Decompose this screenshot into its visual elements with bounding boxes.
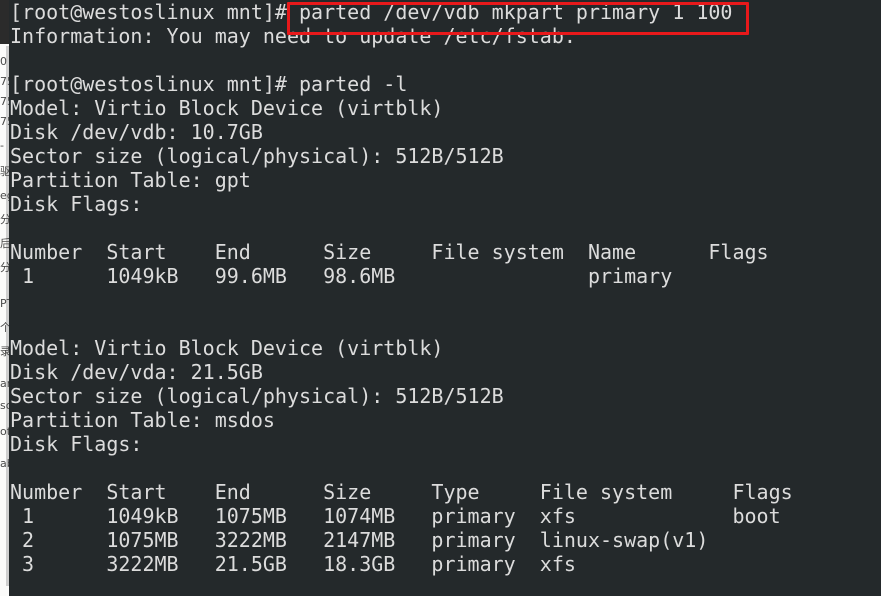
terminal-line-vda-part-1: 1 1049kB 1075MB 1074MB primary xfs boot bbox=[10, 504, 781, 528]
terminal-line-vda-sector: Sector size (logical/physical): 512B/512… bbox=[10, 384, 504, 408]
terminal-line-vdb-table-header: Number Start End Size File system Name F… bbox=[10, 240, 769, 264]
terminal-line-vdb-part-1: 1 1049kB 99.6MB 98.6MB primary bbox=[10, 264, 673, 288]
background-fragment: an bbox=[0, 378, 9, 390]
background-fragment: - bbox=[0, 140, 4, 152]
terminal-line-vdb-ptable: Partition Table: gpt bbox=[10, 168, 251, 192]
terminal-output-area[interactable]: [root@westoslinux mnt]# parted /dev/vdb … bbox=[10, 0, 881, 596]
background-fragment: 分 bbox=[0, 262, 9, 274]
terminal-line-vda-disk: Disk /dev/vda: 21.5GB bbox=[10, 360, 263, 384]
terminal-line-vda-model: Model: Virtio Block Device (virtblk) bbox=[10, 336, 444, 360]
terminal-line-vda-ptable: Partition Table: msdos bbox=[10, 408, 275, 432]
terminal-line-vda-part-2: 2 1075MB 3222MB 2147MB primary linux-swa… bbox=[10, 528, 709, 552]
terminal-line-prompt-2: [root@westoslinux mnt]# parted -l bbox=[10, 72, 408, 96]
background-window-titlebar bbox=[0, 0, 9, 44]
background-fragment: ot bbox=[0, 426, 9, 438]
background-fragment: 0 bbox=[0, 56, 7, 68]
background-fragment: 75 bbox=[0, 96, 9, 108]
terminal-line-vdb-disk: Disk /dev/vdb: 10.7GB bbox=[10, 120, 263, 144]
background-fragment: eg bbox=[0, 190, 9, 202]
terminal-line-vdb-sector: Sector size (logical/physical): 512B/512… bbox=[10, 144, 504, 168]
desktop: 0 75 75 75 - 驱 eg 分 后 分 PT 个 录 an so ot … bbox=[0, 0, 881, 596]
background-fragment: 分 bbox=[0, 214, 9, 226]
terminal-line-vda-part-3: 3 3222MB 21.5GB 18.3GB primary xfs bbox=[10, 552, 576, 576]
terminal-line-message: Information: You may need to update /etc… bbox=[10, 24, 576, 48]
background-fragment: 75 bbox=[0, 76, 9, 88]
background-fragment: 后 bbox=[0, 238, 9, 250]
background-window-sliver[interactable]: 0 75 75 75 - 驱 eg 分 后 分 PT 个 录 an so ot … bbox=[0, 0, 9, 596]
terminal-line-vda-table-header: Number Start End Size Type File system F… bbox=[10, 480, 793, 504]
terminal-line-prompt-1: [root@westoslinux mnt]# parted /dev/vdb … bbox=[10, 0, 733, 24]
background-fragment: so bbox=[0, 400, 9, 412]
background-fragment: 驱 bbox=[0, 166, 9, 178]
background-fragment: 录 bbox=[0, 346, 9, 358]
background-fragment: ab bbox=[0, 458, 9, 470]
terminal-line-vda-flags: Disk Flags: bbox=[10, 432, 143, 456]
background-fragment: 个 bbox=[0, 322, 9, 334]
background-fragment: 75 bbox=[0, 116, 9, 128]
terminal-window[interactable]: [root@westoslinux mnt]# parted /dev/vdb … bbox=[9, 0, 881, 596]
background-fragment: PT bbox=[0, 298, 9, 310]
terminal-line-vdb-flags: Disk Flags: bbox=[10, 192, 143, 216]
terminal-line-vdb-model: Model: Virtio Block Device (virtblk) bbox=[10, 96, 444, 120]
